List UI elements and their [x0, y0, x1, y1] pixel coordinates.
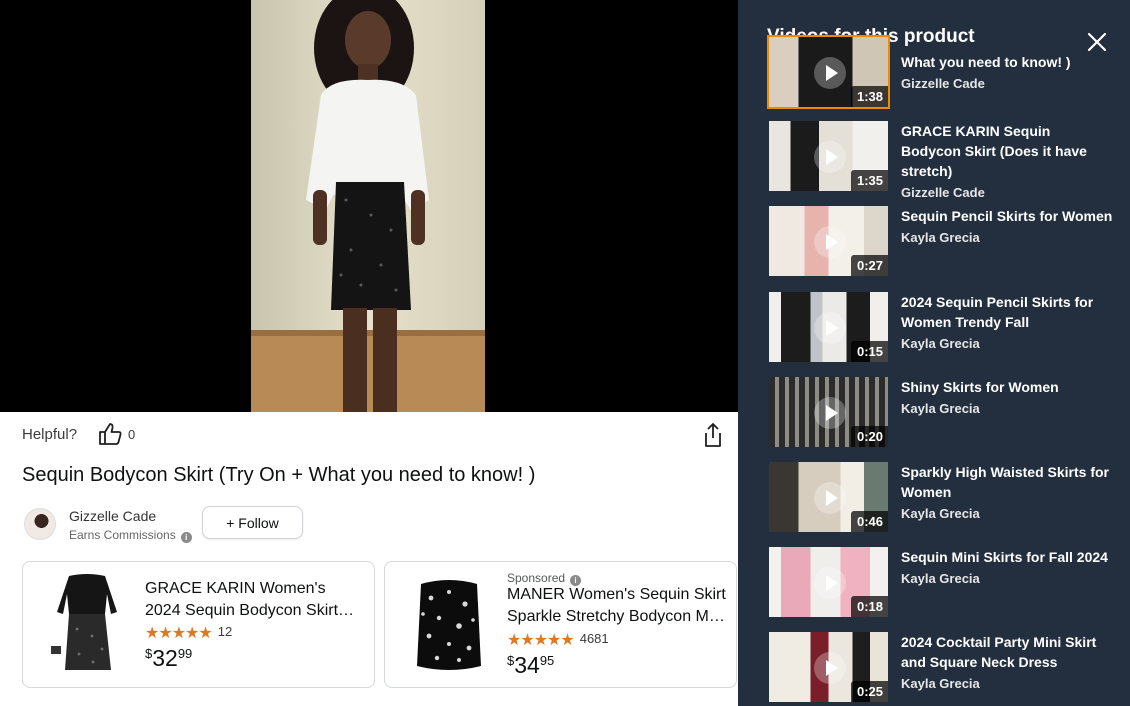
video-duration: 0:15 [850, 341, 888, 362]
video-duration: 1:38 [850, 86, 888, 107]
video-item-title: Shiny Skirts for Women Kayla Grecia [901, 377, 1113, 419]
play-icon [814, 397, 846, 429]
video-creator: Gizzelle Cade [901, 76, 985, 91]
video-thumbnail: 0:27 [769, 206, 888, 276]
video-title-text: What you need to know! ) [901, 54, 1071, 70]
video-list-item[interactable]: 0:27 Sequin Pencil Skirts for Women Kayla… [769, 206, 1119, 280]
play-icon [814, 652, 846, 684]
video-thumbnail: 0:25 [769, 632, 888, 702]
video-title-text: Sparkly High Waisted Skirts for Women [901, 464, 1109, 500]
video-thumbnail: 0:46 [769, 462, 888, 532]
videos-panel: Videos for this product 1:38 What you ne… [738, 0, 1130, 706]
video-thumbnail: 0:20 [769, 377, 888, 447]
play-icon [814, 567, 846, 599]
video-creator: Kayla Grecia [901, 571, 980, 586]
video-title-text: 2024 Cocktail Party Mini Skirt and Squar… [901, 634, 1097, 670]
play-icon [814, 312, 846, 344]
creator-row: Gizzelle Cade Earns Commissions i + Follo… [22, 506, 322, 543]
video-item-title: Sequin Pencil Skirts for Women Kayla Grec… [901, 206, 1113, 248]
video-creator: Kayla Grecia [901, 336, 980, 351]
play-icon [814, 141, 846, 173]
creator-subtitle: Earns Commissions i [69, 528, 192, 543]
video-list-item[interactable]: 1:38 What you need to know! ) Gizzelle Ca… [767, 35, 1119, 111]
price-whole: 32 [152, 645, 178, 671]
thumbs-up-button[interactable] [97, 422, 123, 446]
video-duration: 0:25 [850, 681, 888, 702]
video-list-item[interactable]: 0:20 Shiny Skirts for Women Kayla Grecia [769, 377, 1119, 451]
price-fraction: 95 [539, 653, 555, 668]
video-thumbnail: 0:18 [769, 547, 888, 617]
video-title-text: GRACE KARIN Sequin Bodycon Skirt (Does i… [901, 123, 1087, 179]
video-list-item[interactable]: 0:46 Sparkly High Waisted Skirts for Wom… [769, 462, 1119, 536]
stars-icon: ★★★★★ [145, 625, 213, 642]
avatar[interactable] [24, 508, 56, 540]
creator-name[interactable]: Gizzelle Cade [69, 508, 156, 524]
video-duration: 0:46 [850, 511, 888, 532]
video-item-title: 2024 Sequin Pencil Skirts for Women Tren… [901, 292, 1113, 354]
product-image [51, 574, 117, 670]
helpful-label: Helpful? [22, 426, 78, 443]
video-creator: Kayla Grecia [901, 676, 980, 691]
video-item-title: Sparkly High Waisted Skirts for Women Kay… [901, 462, 1113, 524]
video-duration: 1:35 [850, 170, 888, 191]
share-icon [705, 423, 721, 447]
video-title: Sequin Bodycon Skirt (Try On + What you … [22, 464, 536, 486]
video-creator: Kayla Grecia [901, 506, 980, 521]
video-title-text: Sequin Pencil Skirts for Women [901, 208, 1113, 224]
video-player[interactable] [0, 0, 738, 412]
play-icon [814, 482, 846, 514]
video-list-item[interactable]: 1:35 GRACE KARIN Sequin Bodycon Skirt (D… [769, 121, 1119, 200]
video-list-item[interactable]: 0:15 2024 Sequin Pencil Skirts for Women… [769, 292, 1119, 366]
product-card[interactable]: GRACE KARIN Women's 2024 Sequin Bodycon … [22, 561, 375, 688]
video-frame[interactable] [251, 0, 485, 412]
video-thumbnail: 0:15 [769, 292, 888, 362]
video-duration: 0:20 [850, 426, 888, 447]
product-card[interactable]: Sponsored i MANER Women's Sequin Skirt Sp… [384, 561, 737, 688]
video-item-title: What you need to know! ) Gizzelle Cade [901, 52, 1113, 94]
video-creator: Gizzelle Cade [901, 185, 985, 200]
share-button[interactable] [702, 422, 724, 448]
product-price: $3299 [145, 645, 192, 672]
price-fraction: 99 [177, 646, 193, 661]
video-item-title: 2024 Cocktail Party Mini Skirt and Squar… [901, 632, 1113, 694]
video-item-title: GRACE KARIN Sequin Bodycon Skirt (Does i… [901, 121, 1113, 203]
product-title[interactable]: GRACE KARIN Women's 2024 Sequin Bodycon … [145, 578, 365, 622]
play-icon [814, 57, 846, 89]
price-whole: 34 [514, 652, 540, 678]
follow-button[interactable]: + Follow [202, 506, 303, 539]
rating-count: 12 [217, 624, 233, 639]
main-area: Helpful? 0 Sequin Bodycon Skirt (Try On … [0, 0, 738, 706]
video-item-title: Sequin Mini Skirts for Fall 2024 Kayla Gr… [901, 547, 1113, 589]
video-list-item[interactable]: 0:25 2024 Cocktail Party Mini Skirt and … [769, 632, 1119, 706]
video-duration: 0:18 [850, 596, 888, 617]
play-icon [814, 226, 846, 258]
video-duration: 0:27 [850, 255, 888, 276]
earns-commissions-label: Earns Commissions [69, 528, 176, 542]
video-title-text: 2024 Sequin Pencil Skirts for Women Tren… [901, 294, 1094, 330]
sponsored-text: Sponsored [507, 571, 566, 585]
star-rating[interactable]: ★★★★★ 12 [145, 623, 232, 643]
video-frame-image [251, 0, 485, 412]
video-creator: Kayla Grecia [901, 401, 980, 416]
rating-count: 4681 [579, 631, 609, 646]
video-thumbnail: 1:38 [767, 35, 890, 109]
stars-icon: ★★★★★ [507, 632, 575, 649]
info-icon[interactable]: i [180, 532, 192, 543]
product-price: $3495 [507, 652, 554, 679]
video-thumbnail: 1:35 [769, 121, 888, 191]
helpful-count: 0 [128, 427, 136, 442]
thumbs-up-icon [99, 423, 122, 445]
video-creator: Kayla Grecia [901, 230, 980, 245]
video-list-item[interactable]: 0:18 Sequin Mini Skirts for Fall 2024 Kay… [769, 547, 1119, 621]
video-title-text: Shiny Skirts for Women [901, 379, 1059, 395]
star-rating[interactable]: ★★★★★ 4681 [507, 630, 609, 650]
video-title-text: Sequin Mini Skirts for Fall 2024 [901, 549, 1108, 565]
product-title[interactable]: MANER Women's Sequin Skirt Sparkle Stret… [507, 584, 727, 628]
helpful-row: Helpful? 0 [22, 422, 724, 448]
product-image [417, 580, 481, 670]
